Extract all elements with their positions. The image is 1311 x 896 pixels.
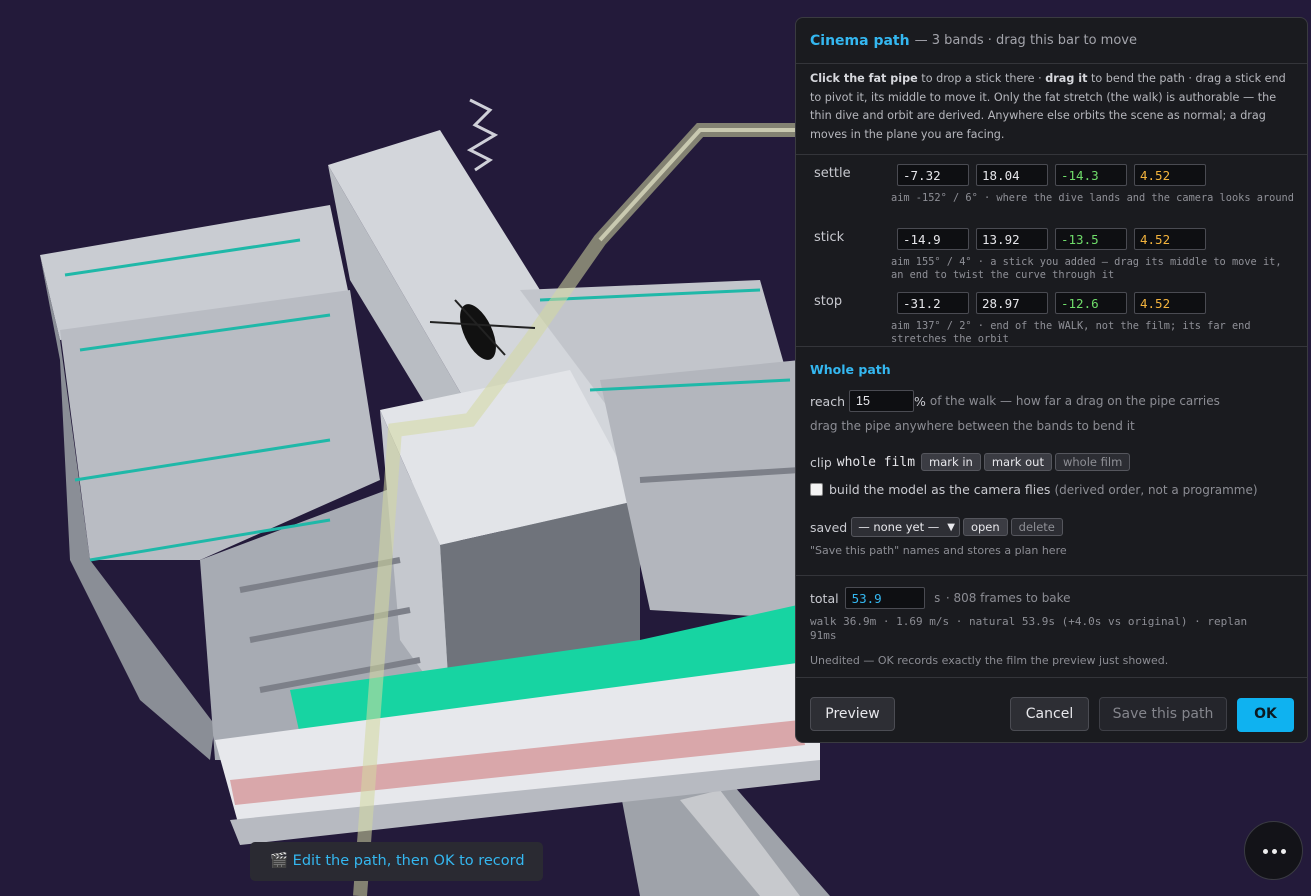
band-z-input[interactable] [1055,228,1127,250]
saved-note: "Save this path" names and stores a plan… [810,544,1067,557]
cinema-path-panel: Cinema path — 3 bands · drag this bar to… [795,17,1308,743]
record-hint-text: Edit the path, then OK to record [292,853,525,869]
reach-note: of the walk — how far a drag on the pipe… [929,394,1220,408]
preview-button[interactable]: Preview [810,697,895,731]
save-path-button[interactable]: Save this path [1099,697,1227,731]
panel-subtitle: — 3 bands · drag this bar to move [914,33,1137,48]
band-label: stop [814,294,843,309]
band-x-input[interactable] [897,292,969,314]
help-text: Click the fat pipe to drop a stick there… [796,64,1307,155]
band-x-input[interactable] [897,228,969,250]
saved-select[interactable]: — none yet — ▼ [851,517,960,537]
clapperboard-icon: 🎬 [270,853,289,869]
help-text-1: to drop a stick there · [917,72,1046,85]
band-z-input[interactable] [1055,164,1127,186]
saved-label: saved [810,519,848,535]
more-icon [1263,849,1268,854]
open-button[interactable]: open [962,518,1008,536]
whole-film-button[interactable]: whole film [1054,453,1131,471]
band-z-input[interactable] [1055,292,1127,314]
frames-note: · 808 frames to bake [945,591,1071,605]
chevron-down-icon: ▼ [947,521,955,533]
clip-label: clip [810,454,832,470]
mark-out-button[interactable]: mark out [983,453,1052,471]
build-note: (derived order, not a programme) [1054,482,1258,497]
reach-input[interactable] [849,390,915,412]
total-section: total s · 808 frames to bake walk 36.9m … [796,576,1307,678]
panel-title: Cinema path [810,32,910,49]
ok-button[interactable]: OK [1237,698,1294,732]
reach-label: reach [810,393,846,409]
help-bold-2: drag it [1045,72,1088,85]
drag-note: drag the pipe anywhere between the bands… [810,419,1135,433]
band-x-input[interactable] [897,164,969,186]
status-text: Unedited — OK records exactly the film t… [810,654,1169,667]
more-menu-button[interactable] [1244,821,1303,880]
build-label: build the model as the camera flies [829,482,1051,497]
panel-drag-bar[interactable]: Cinema path — 3 bands · drag this bar to… [796,18,1307,64]
band-y-input[interactable] [976,292,1048,314]
whole-path-section: Whole path reach % of the walk — how far… [796,347,1307,576]
band-description: aim 137° / 2° · end of the WALK, not the… [891,320,1251,345]
total-unit: s [933,591,941,605]
band-label: settle [814,166,851,181]
band-description: aim -152° / 6° · where the dive lands an… [891,192,1294,204]
band-height-input[interactable] [1134,228,1206,250]
reach-percent: % [914,393,926,409]
band-description: aim 155° / 4° · a stick you added — drag… [891,256,1282,281]
delete-button[interactable]: delete [1010,518,1063,536]
more-icon-dot [1272,849,1277,854]
clip-value: whole film [836,454,916,470]
mark-in-button[interactable]: mark in [921,453,981,471]
more-icon-dot [1281,849,1286,854]
whole-path-heading: Whole path [810,362,891,377]
total-input[interactable] [844,587,925,609]
band-y-input[interactable] [976,228,1048,250]
band-height-input[interactable] [1134,292,1206,314]
cancel-button[interactable]: Cancel [1010,697,1089,731]
path-stats: walk 36.9m · 1.69 m/s · natural 53.9s (+… [810,615,1248,642]
bands-list: settle aim -152° / 6° · where the dive l… [796,155,1307,347]
build-checkbox[interactable] [810,483,823,496]
band-label: stick [814,230,845,245]
total-label: total [810,590,839,606]
band-y-input[interactable] [976,164,1048,186]
saved-selected-option: — none yet — [858,520,940,534]
band-height-input[interactable] [1134,164,1206,186]
help-bold-1: Click the fat pipe [810,72,918,85]
record-hint-toast: 🎬 Edit the path, then OK to record [250,842,543,881]
